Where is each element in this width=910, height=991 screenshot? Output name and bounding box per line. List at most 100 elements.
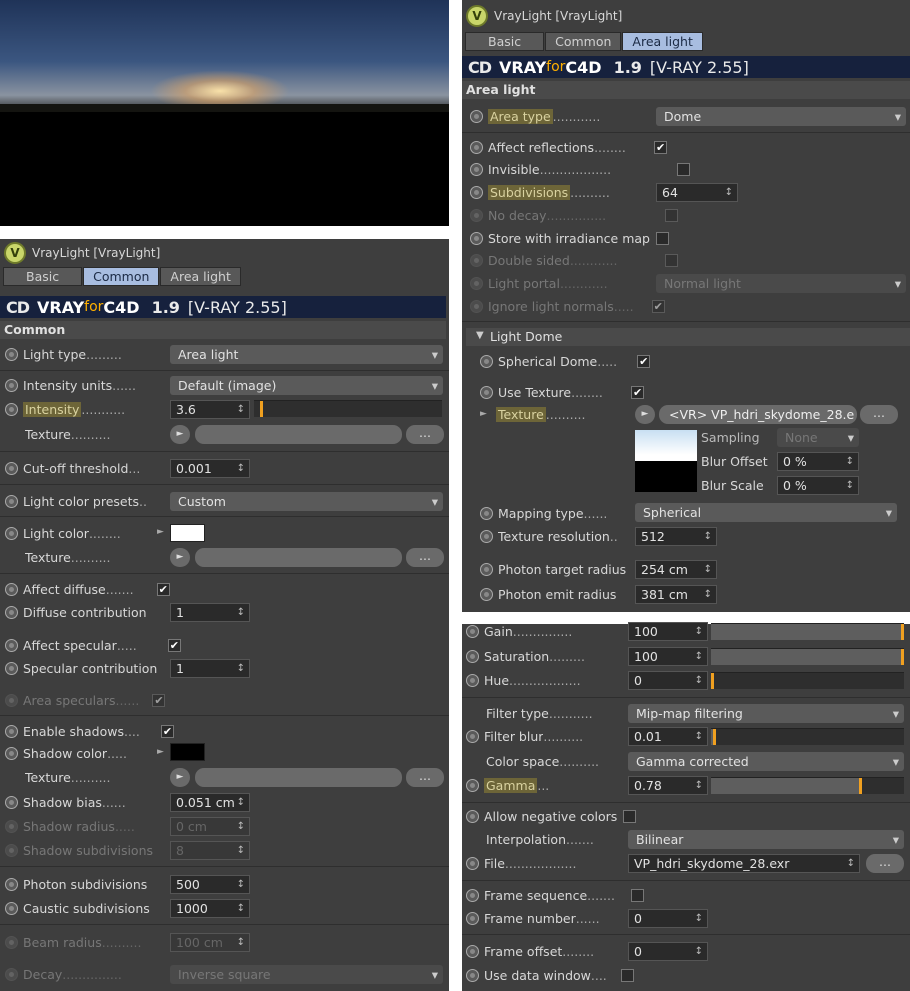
cutoff-field[interactable]: 0.001	[170, 459, 250, 478]
invisible-checkbox[interactable]	[676, 162, 690, 176]
interpolation-dropdown[interactable]: Bilinear	[628, 830, 904, 849]
anim-radio[interactable]	[5, 746, 18, 760]
anim-radio[interactable]	[470, 185, 483, 199]
blur-offset-field[interactable]: 0 %	[777, 452, 859, 471]
gain-slider-handle[interactable]	[901, 624, 904, 640]
affect-reflections-checkbox[interactable]: ✔	[654, 140, 668, 154]
anim-radio[interactable]	[5, 378, 18, 392]
anim-radio[interactable]	[5, 526, 18, 540]
texture-browse-button[interactable]: ...	[406, 768, 444, 787]
filter-blur-slider[interactable]	[711, 728, 904, 745]
anim-radio[interactable]	[5, 494, 18, 508]
texture-menu-button[interactable]: ►	[635, 405, 655, 424]
anim-radio[interactable]	[5, 877, 18, 891]
anim-radio[interactable]	[466, 911, 479, 925]
use-texture-checkbox[interactable]: ✔	[631, 385, 645, 399]
expand-arrow-icon[interactable]: ►	[157, 527, 164, 537]
enable-shadows-checkbox[interactable]: ✔	[160, 724, 174, 738]
filter-blur-slider-handle[interactable]	[713, 729, 716, 745]
anim-radio[interactable]	[5, 724, 18, 738]
texture-browse-button[interactable]: ...	[860, 405, 898, 424]
anim-radio[interactable]	[5, 461, 18, 475]
light-color-swatch[interactable]	[170, 524, 205, 542]
filter-blur-field[interactable]: 0.01	[628, 727, 708, 746]
texture-menu-button[interactable]: ►	[170, 768, 190, 787]
hue-slider-handle[interactable]	[711, 673, 714, 689]
file-path-field[interactable]: VP_hdri_skydome_28.exr	[628, 854, 860, 873]
gamma-slider[interactable]	[711, 777, 904, 794]
texture-slot[interactable]	[195, 425, 402, 444]
affect-specular-checkbox[interactable]: ✔	[167, 638, 181, 652]
anim-radio[interactable]	[480, 587, 493, 601]
intensity-slider[interactable]	[254, 400, 442, 417]
gain-field[interactable]: 100	[628, 622, 708, 641]
anim-radio[interactable]	[480, 506, 493, 520]
texture-menu-button[interactable]: ►	[170, 425, 190, 444]
photon-target-radius-field[interactable]: 254 cm	[635, 560, 717, 579]
allow-negative-colors-checkbox[interactable]	[623, 809, 637, 823]
anim-radio[interactable]	[466, 968, 479, 982]
file-browse-button[interactable]: ...	[866, 854, 904, 873]
anim-radio[interactable]	[5, 582, 18, 596]
texture-resolution-field[interactable]: 512	[635, 527, 717, 546]
anim-radio[interactable]	[470, 109, 483, 123]
anim-radio[interactable]	[5, 795, 18, 809]
texture-menu-button[interactable]: ►	[170, 548, 190, 567]
anim-radio[interactable]	[466, 856, 479, 870]
affect-diffuse-checkbox[interactable]: ✔	[156, 582, 170, 596]
anim-radio[interactable]	[470, 140, 483, 154]
hue-field[interactable]: 0	[628, 671, 708, 690]
tab-area-light[interactable]: Area light	[622, 32, 703, 51]
saturation-field[interactable]: 100	[628, 647, 708, 666]
filter-type-dropdown[interactable]: Mip-map filtering	[628, 704, 904, 723]
anim-radio[interactable]	[5, 661, 18, 675]
gain-slider[interactable]	[711, 623, 904, 640]
anim-radio[interactable]	[470, 231, 483, 245]
tab-basic[interactable]: Basic	[3, 267, 83, 286]
anim-radio[interactable]	[5, 605, 18, 619]
anim-radio[interactable]	[466, 809, 479, 823]
intensity-slider-handle[interactable]	[260, 401, 263, 417]
caustic-subdivisions-field[interactable]: 1000	[170, 899, 250, 918]
mapping-type-dropdown[interactable]: Spherical	[635, 503, 897, 522]
anim-radio[interactable]	[470, 162, 483, 176]
texture-browse-button[interactable]: ...	[406, 425, 444, 444]
diffuse-contribution-field[interactable]: 1	[170, 603, 250, 622]
texture-slot[interactable]: <VR> VP_hdri_skydome_28.e	[659, 405, 857, 424]
light-dome-group-header[interactable]: ▼ Light Dome	[466, 328, 910, 346]
saturation-slider-handle[interactable]	[901, 649, 904, 665]
presets-dropdown[interactable]: Custom	[170, 492, 443, 511]
photon-subdivisions-field[interactable]: 500	[170, 875, 250, 894]
frame-sequence-checkbox[interactable]	[631, 888, 645, 902]
texture-slot[interactable]	[195, 548, 402, 567]
tab-area-light[interactable]: Area light	[160, 267, 241, 286]
shadow-color-swatch[interactable]	[170, 743, 205, 761]
color-space-dropdown[interactable]: Gamma corrected	[628, 752, 904, 771]
texture-slot[interactable]	[195, 768, 402, 787]
spherical-dome-checkbox[interactable]: ✔	[637, 354, 651, 368]
anim-radio[interactable]	[466, 729, 479, 743]
saturation-slider[interactable]	[711, 648, 904, 665]
area-type-dropdown[interactable]: Dome	[656, 107, 906, 126]
light-type-dropdown[interactable]: Area light	[170, 345, 443, 364]
anim-radio[interactable]	[480, 385, 493, 399]
tab-basic[interactable]: Basic	[465, 32, 545, 51]
gamma-slider-handle[interactable]	[859, 778, 862, 794]
anim-radio[interactable]	[480, 354, 493, 368]
anim-radio[interactable]	[466, 673, 479, 687]
anim-radio[interactable]	[466, 649, 479, 663]
specular-contribution-field[interactable]: 1	[170, 659, 250, 678]
anim-radio[interactable]	[466, 888, 479, 902]
tab-common[interactable]: Common	[545, 32, 622, 51]
intensity-field[interactable]: 3.6	[170, 400, 250, 419]
anim-radio[interactable]	[5, 638, 18, 652]
intensity-units-dropdown[interactable]: Default (image)	[170, 376, 443, 395]
anim-radio[interactable]	[480, 562, 493, 576]
anim-radio[interactable]	[480, 529, 493, 543]
anim-radio[interactable]	[466, 944, 479, 958]
gamma-field[interactable]: 0.78	[628, 776, 708, 795]
anim-radio[interactable]	[5, 901, 18, 915]
anim-radio[interactable]	[466, 778, 479, 792]
tab-common[interactable]: Common	[83, 267, 160, 286]
anim-radio[interactable]	[466, 624, 479, 638]
